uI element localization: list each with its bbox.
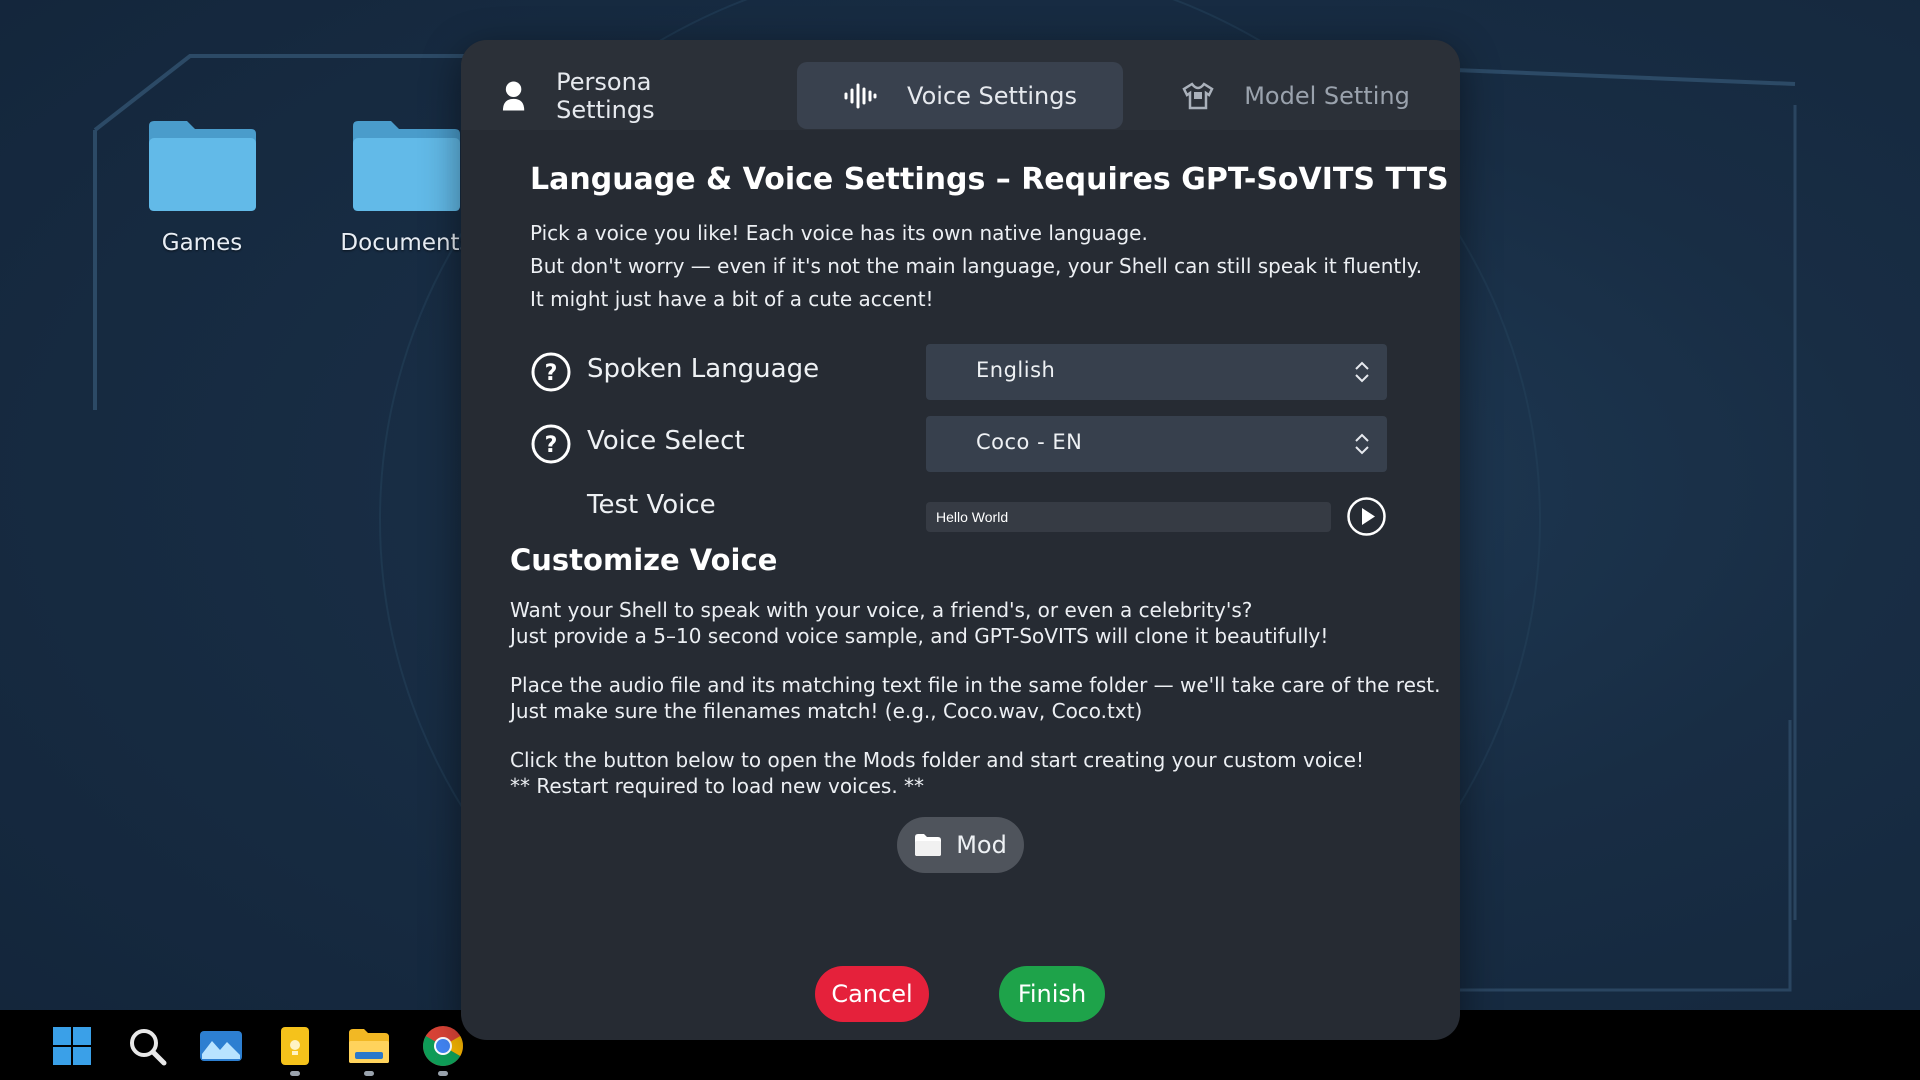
tab-model-setting[interactable]: Model Setting	[1161, 62, 1431, 129]
chrome-browser-icon	[423, 1026, 463, 1066]
search-icon	[130, 1029, 167, 1066]
taskbar-search[interactable]	[120, 1020, 174, 1072]
cancel-button[interactable]: Cancel	[815, 966, 929, 1022]
spoken-language-label: Spoken Language	[587, 354, 820, 384]
folder-icon	[915, 834, 942, 856]
running-indicator	[438, 1071, 448, 1076]
help-icon[interactable]: ?	[530, 351, 572, 393]
desktop-icon-label: Documents	[340, 230, 472, 256]
section-title: Language & Voice Settings – Requires GPT…	[530, 162, 1449, 197]
intro-line: But don't worry — even if it's not the m…	[530, 254, 1423, 278]
taskbar-chrome[interactable]	[416, 1020, 470, 1076]
soundwave-icon	[844, 83, 877, 108]
file-explorer-icon	[349, 1029, 389, 1063]
notes-app-icon	[281, 1027, 309, 1065]
chevron-up-down-icon	[1355, 433, 1369, 455]
open-mod-folder-button[interactable]: Mod	[897, 817, 1024, 873]
spoken-language-select[interactable]: English	[926, 344, 1387, 400]
svg-text:?: ?	[545, 361, 558, 386]
taskbar-file-explorer[interactable]	[342, 1020, 396, 1076]
shirt-icon	[1182, 81, 1214, 109]
paragraph-line: Want your Shell to speak with your voice…	[510, 598, 1253, 622]
selected-value: Coco - EN	[976, 430, 1083, 454]
paragraph-line: Just provide a 5–10 second voice sample,…	[510, 623, 1329, 648]
intro-line: It might just have a bit of a cute accen…	[530, 287, 934, 311]
desktop-icon-games[interactable]: Games	[122, 118, 282, 256]
person-icon	[502, 80, 525, 111]
customize-voice-title: Customize Voice	[510, 543, 778, 577]
test-voice-input[interactable]	[926, 502, 1331, 532]
start-button[interactable]	[45, 1020, 99, 1072]
folder-icon	[149, 121, 256, 211]
customize-paragraph: Want your Shell to speak with your voice…	[510, 598, 1328, 649]
settings-dialog: Persona Settings Voice Settings Model Se…	[461, 40, 1460, 1040]
tab-voice-settings[interactable]: Voice Settings	[797, 62, 1123, 129]
tab-label: Persona Settings	[556, 67, 655, 124]
paragraph-line: Click the button below to open the Mods …	[510, 748, 1364, 772]
taskbar-photos[interactable]	[194, 1020, 248, 1072]
svg-text:?: ?	[545, 433, 558, 458]
voice-select-label: Voice Select	[587, 426, 745, 456]
play-icon[interactable]	[1346, 496, 1387, 537]
desktop-icon-label: Games	[161, 230, 243, 256]
photos-app-icon	[200, 1031, 242, 1061]
paragraph-line: Place the audio file and its matching te…	[510, 673, 1441, 697]
chevron-up-down-icon	[1355, 361, 1369, 383]
finish-button[interactable]: Finish	[999, 966, 1105, 1022]
running-indicator	[364, 1071, 374, 1076]
test-voice-label: Test Voice	[587, 490, 716, 520]
tab-label: Model Setting	[1244, 81, 1410, 110]
customize-paragraph: Place the audio file and its matching te…	[510, 673, 1441, 724]
tab-label: Voice Settings	[907, 81, 1077, 110]
mod-button-label: Mod	[956, 831, 1007, 859]
paragraph-line: ** Restart required to load new voices. …	[510, 773, 925, 798]
running-indicator	[290, 1071, 300, 1076]
intro-text: Pick a voice you like! Each voice has it…	[530, 217, 1422, 316]
taskbar-notes[interactable]	[268, 1020, 322, 1076]
voice-select[interactable]: Coco - EN	[926, 416, 1387, 472]
windows-start-icon	[53, 1027, 91, 1065]
selected-value: English	[976, 358, 1056, 382]
intro-line: Pick a voice you like! Each voice has it…	[530, 221, 1148, 245]
help-icon[interactable]: ?	[530, 423, 572, 465]
paragraph-line: Just make sure the filenames match! (e.g…	[510, 698, 1143, 723]
customize-paragraph: Click the button below to open the Mods …	[510, 748, 1364, 799]
folder-icon	[353, 121, 460, 211]
settings-tab-bar: Persona Settings Voice Settings Model Se…	[461, 40, 1460, 130]
tab-persona-settings[interactable]: Persona Settings	[501, 62, 751, 129]
